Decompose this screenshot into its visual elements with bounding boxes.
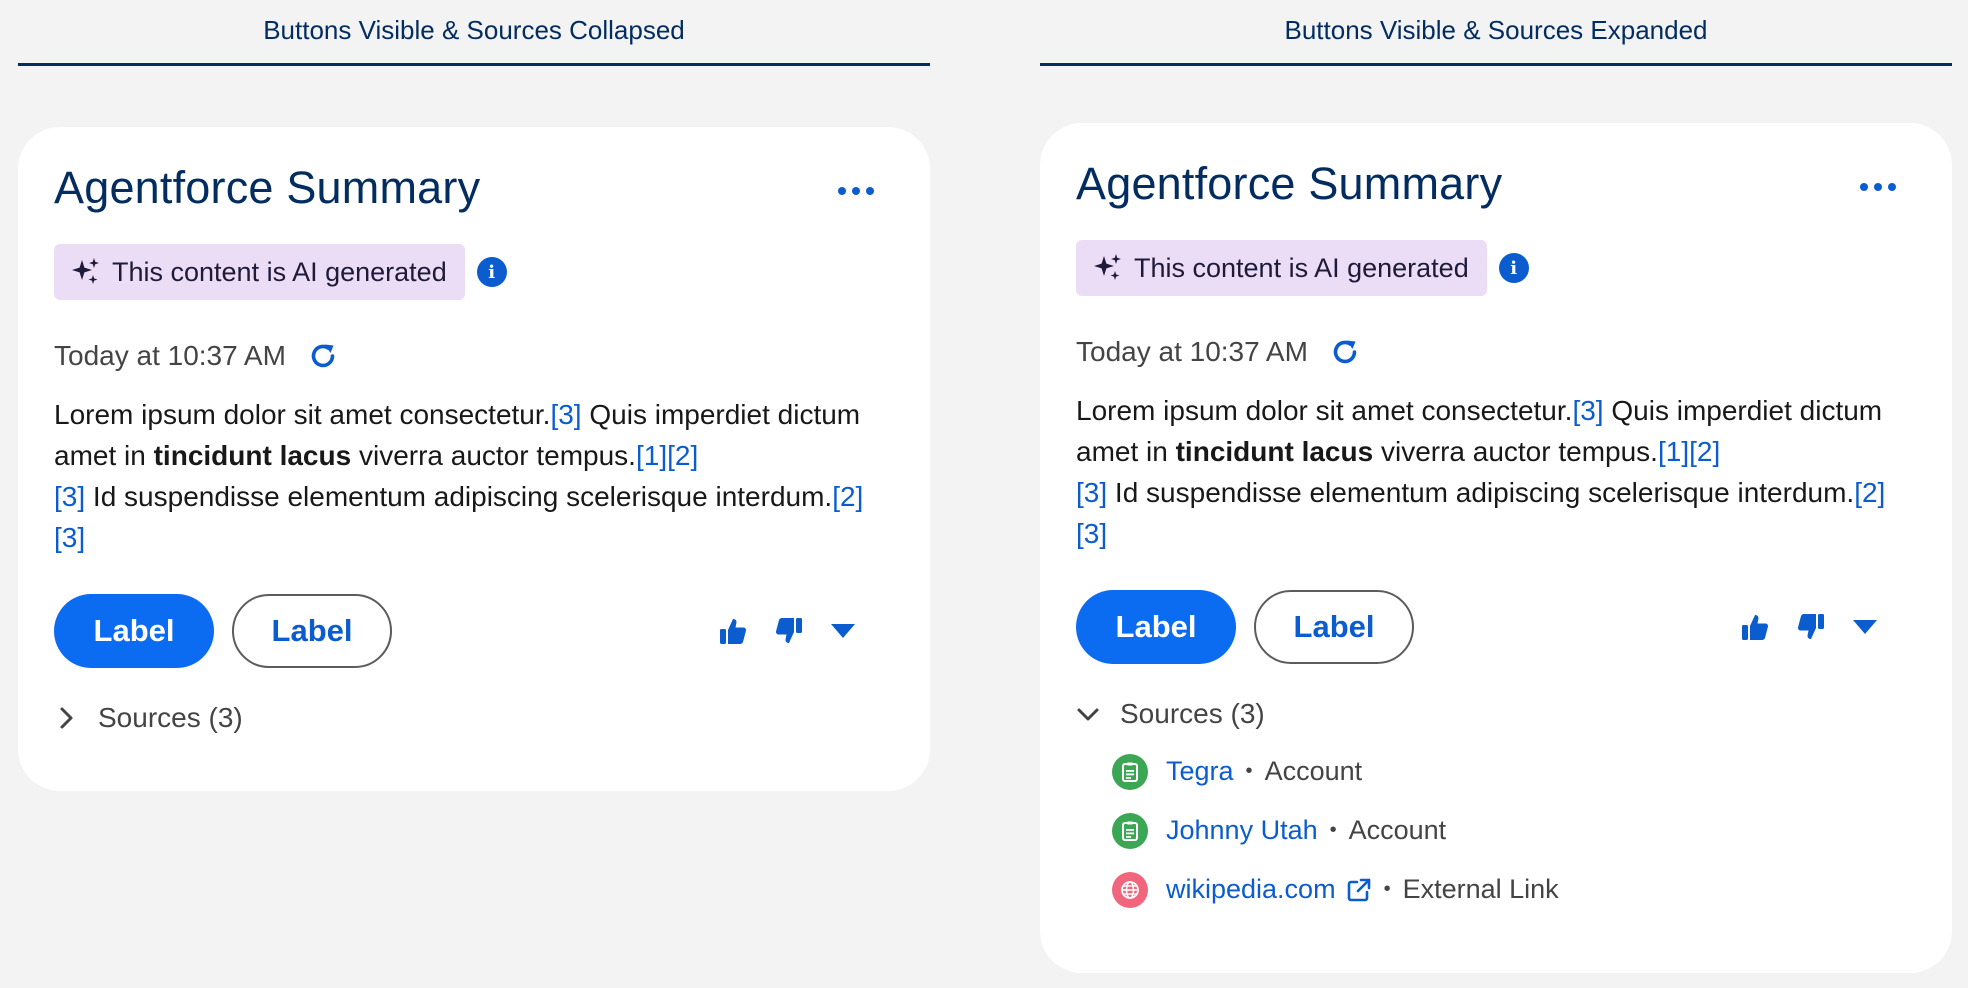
more-actions-button[interactable] [838,179,874,203]
globe-icon [1112,871,1148,908]
account-icon [1112,753,1148,790]
sources-label: Sources (3) [98,702,243,733]
timestamp: Today at 10:37 AM [54,340,286,371]
thumbs-up-icon[interactable] [718,616,748,646]
citation-link[interactable]: [2] [832,481,863,512]
citation-link[interactable]: [1] [636,440,667,471]
source-item: wikipedia.com • External Link [1112,860,1916,919]
sources-label: Sources (3) [1120,698,1265,729]
external-link-icon[interactable] [1346,877,1372,903]
ai-generated-row: This content is AI generated i [54,244,894,300]
sparkles-icon [72,258,99,284]
thumbs-up-icon[interactable] [1740,612,1770,642]
citation-link[interactable]: [2] [667,440,698,471]
source-link[interactable]: wikipedia.com [1166,874,1336,905]
citation-link[interactable]: [3] [1572,395,1603,426]
citation-link[interactable]: [2] [1854,477,1885,508]
more-actions-button[interactable] [1860,175,1896,199]
refresh-icon[interactable] [1330,337,1360,367]
panel-sources-expanded: Buttons Visible & Sources Expanded Agent… [1040,0,1952,973]
agentforce-summary-card: Agentforce Summary This content is AI ge… [18,127,930,791]
source-type: Account [1348,815,1447,845]
timestamp-row: Today at 10:37 AM [54,340,894,372]
separator-dot: • [1383,878,1391,900]
agentforce-summary-card: Agentforce Summary This content is AI ge… [1040,123,1952,973]
ai-badge-label: This content is AI generated [1134,252,1469,283]
feedback-controls [1740,612,1878,642]
summary-text: Lorem ipsum dolor sit amet consectetur.[… [54,399,864,553]
ellipsis-icon [1860,183,1868,191]
secondary-label-button[interactable]: Label [232,594,392,668]
caret-down-icon[interactable] [1852,619,1878,635]
ai-badge-label: This content is AI generated [112,256,447,287]
summary-text: Lorem ipsum dolor sit amet consectetur.[… [1076,395,1886,549]
ai-generated-badge: This content is AI generated [54,244,465,300]
bold-text: tincidunt lacus [153,440,352,471]
ai-generated-row: This content is AI generated i [1076,240,1916,296]
action-row: Label Label [54,594,894,668]
thumbs-down-icon[interactable] [1796,612,1826,642]
card-title: Agentforce Summary [1076,158,1503,209]
primary-label-button[interactable]: Label [1076,590,1236,664]
citation-link[interactable]: [3] [54,481,85,512]
citation-link[interactable]: [1] [1658,436,1689,467]
panel-sources-collapsed: Buttons Visible & Sources Collapsed Agen… [18,0,930,791]
caret-down-icon[interactable] [830,623,856,639]
feedback-controls [718,616,856,646]
source-link[interactable]: Johnny Utah [1166,815,1318,846]
citation-link[interactable]: [3] [1076,477,1107,508]
account-icon [1112,812,1148,849]
bold-text: tincidunt lacus [1175,436,1374,467]
refresh-icon[interactable] [308,341,338,371]
panel-heading: Buttons Visible & Sources Collapsed [18,0,930,66]
action-row: Label Label [1076,590,1916,664]
chevron-right-icon [54,706,78,730]
source-item: Johnny Utah • Account [1112,801,1916,860]
separator-dot: • [1245,760,1253,782]
thumbs-down-icon[interactable] [774,616,804,646]
ai-generated-badge: This content is AI generated [1076,240,1487,296]
source-type: External Link [1402,874,1559,904]
citation-link[interactable]: [3] [54,522,85,553]
secondary-label-button[interactable]: Label [1254,590,1414,664]
sources-toggle[interactable]: Sources (3) [54,702,894,734]
citation-link[interactable]: [3] [550,399,581,430]
separator-dot: • [1329,819,1337,841]
card-title: Agentforce Summary [54,162,481,213]
source-item: Tegra • Account [1112,742,1916,801]
source-list: Tegra • Account Johnny Utah • Account wi… [1112,742,1916,919]
source-link[interactable]: Tegra [1166,756,1234,787]
sources-toggle[interactable]: Sources (3) [1076,698,1916,730]
panel-heading: Buttons Visible & Sources Expanded [1040,0,1952,66]
source-type: Account [1264,756,1363,786]
sparkles-icon [1094,254,1121,280]
timestamp-row: Today at 10:37 AM [1076,336,1916,368]
primary-label-button[interactable]: Label [54,594,214,668]
info-icon[interactable]: i [476,257,507,287]
citation-link[interactable]: [2] [1689,436,1720,467]
info-icon[interactable]: i [1498,253,1529,283]
timestamp: Today at 10:37 AM [1076,336,1308,367]
chevron-down-icon [1076,702,1100,726]
citation-link[interactable]: [3] [1076,518,1107,549]
ellipsis-icon [838,187,846,195]
